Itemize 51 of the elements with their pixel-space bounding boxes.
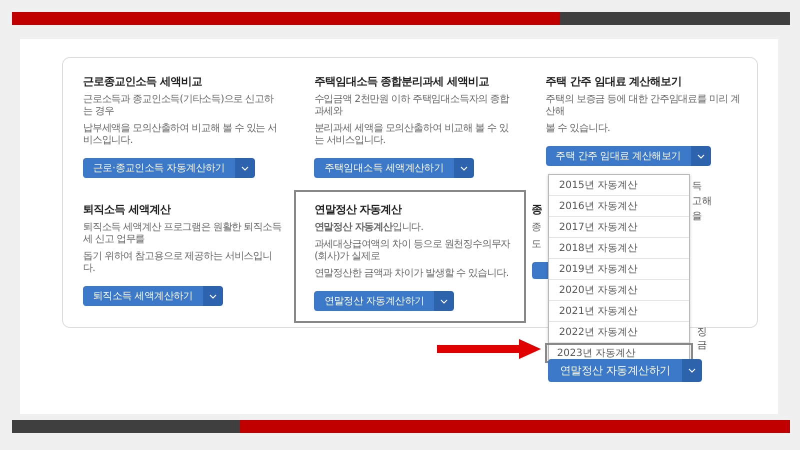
arrow-icon xyxy=(437,339,541,359)
dropdown-item[interactable]: 2020년 자동계산 xyxy=(549,280,689,301)
calculate-button[interactable]: 퇴직소득 세액계산하기 xyxy=(83,286,203,306)
card-description: 납부세액을 모의산출하여 비교해 볼 수 있는 서비스입니다. xyxy=(83,123,278,147)
card-description: 종 xyxy=(532,222,542,234)
card-description: 수입금액 2천만원 이하 주택임대소득자의 종합과세와 xyxy=(314,94,510,118)
covered-text: 징 xyxy=(697,326,707,339)
card-title: 종 xyxy=(532,202,542,217)
dropdown-toggle[interactable] xyxy=(682,359,702,382)
dropdown-item[interactable]: 2019년 자동계산 xyxy=(549,259,689,280)
dropdown-item[interactable]: 2021년 자동계산 xyxy=(549,301,689,322)
caret-icon xyxy=(696,154,705,158)
card-description: 연말정산한 금액과 차이가 발생할 수 있습니다. xyxy=(314,268,508,280)
card-description: 근로소득과 종교인소득(기타소득)으로 신고하는 경우 xyxy=(83,94,275,118)
card-title: 연말정산 자동계산 xyxy=(314,202,402,217)
dropdown-item[interactable]: 2015년 자동계산 xyxy=(549,175,689,196)
dropdown-toggle[interactable] xyxy=(690,146,711,166)
card-description: 도 xyxy=(532,239,542,251)
covered-text: 득 xyxy=(692,180,702,193)
dropdown-toggle[interactable] xyxy=(234,158,255,178)
covered-text: 을 xyxy=(692,210,702,223)
dropdown-item[interactable]: 2016년 자동계산 xyxy=(549,196,689,217)
calculate-button[interactable]: 주택 간주 임대료 계산해보기 xyxy=(546,146,691,166)
dropdown-item[interactable]: 2018년 자동계산 xyxy=(549,238,689,259)
card-description: 분리과세 세액을 모의산출하여 비교해 볼 수 있는 서비스입니다. xyxy=(314,123,510,147)
card-description: 돕기 위하여 참고용으로 제공하는 서비스입니다. xyxy=(83,251,273,275)
card-title: 근로종교인소득 세액비교 xyxy=(83,74,202,89)
dropdown-toggle[interactable] xyxy=(202,286,223,306)
caret-icon xyxy=(688,368,696,373)
card-description: 볼 수 있습니다. xyxy=(546,123,610,135)
card-title: 주택임대소득 종합분리과세 세액비교 xyxy=(314,74,489,89)
dropdown-toggle[interactable] xyxy=(434,291,454,311)
covered-text: 금 xyxy=(697,339,707,352)
caret-icon xyxy=(460,166,468,170)
dropdown-item[interactable]: 2022년 자동계산 xyxy=(549,322,689,343)
calculate-button[interactable]: 근로·종교인소득 자동계산하기 xyxy=(83,158,235,178)
caret-icon xyxy=(208,294,217,298)
caret-icon xyxy=(440,298,448,304)
card-title: 퇴직소득 세액계산 xyxy=(83,202,170,217)
card-description: 연말정산 자동계산입니다. xyxy=(314,222,424,234)
dropdown-item[interactable]: 2017년 자동계산 xyxy=(549,217,689,238)
dropdown-toggle[interactable] xyxy=(454,158,474,178)
card-description: 주택의 보증금 등에 대한 간주임대료를 미리 계산해 xyxy=(546,94,741,118)
calculate-button[interactable]: 연말정산 자동계산하기 xyxy=(548,359,682,382)
card-description: 퇴직소득 세액계산 프로그램은 원활한 퇴직소득세 신고 업무를 xyxy=(83,222,282,246)
caret-icon xyxy=(240,166,249,170)
calculate-button[interactable]: 연말정산 자동계산하기 xyxy=(314,291,434,311)
card-title: 주택 간주 임대료 계산해보기 xyxy=(546,74,682,89)
card-description: 과세대상급여액의 차이 등으로 원천징수의무자(회사)가 실제로 xyxy=(314,239,512,263)
covered-text: 고해 xyxy=(692,195,712,208)
calculate-button[interactable]: 주택임대소득 세액계산하기 xyxy=(314,158,454,178)
